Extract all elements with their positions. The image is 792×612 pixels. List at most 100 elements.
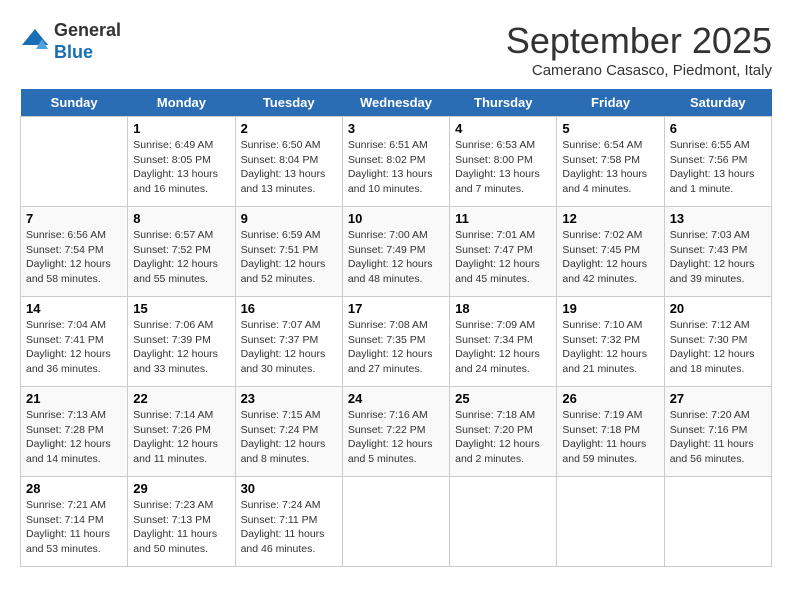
calendar-cell: 9 Sunrise: 6:59 AMSunset: 7:51 PMDayligh… <box>235 207 342 297</box>
cell-info: Sunrise: 7:09 AMSunset: 7:34 PMDaylight:… <box>455 318 551 377</box>
calendar-cell <box>21 117 128 207</box>
header-row: SundayMondayTuesdayWednesdayThursdayFrid… <box>21 89 772 117</box>
calendar-cell: 3 Sunrise: 6:51 AMSunset: 8:02 PMDayligh… <box>342 117 449 207</box>
date-number: 16 <box>241 301 337 316</box>
calendar-cell: 29 Sunrise: 7:23 AMSunset: 7:13 PMDaylig… <box>128 477 235 567</box>
week-row-2: 7 Sunrise: 6:56 AMSunset: 7:54 PMDayligh… <box>21 207 772 297</box>
cell-info: Sunrise: 7:13 AMSunset: 7:28 PMDaylight:… <box>26 408 122 467</box>
calendar-table: SundayMondayTuesdayWednesdayThursdayFrid… <box>20 89 772 567</box>
date-number: 14 <box>26 301 122 316</box>
date-number: 28 <box>26 481 122 496</box>
calendar-header: SundayMondayTuesdayWednesdayThursdayFrid… <box>21 89 772 117</box>
date-number: 7 <box>26 211 122 226</box>
calendar-cell: 17 Sunrise: 7:08 AMSunset: 7:35 PMDaylig… <box>342 297 449 387</box>
day-header-saturday: Saturday <box>664 89 771 117</box>
date-number: 13 <box>670 211 766 226</box>
date-number: 2 <box>241 121 337 136</box>
day-header-thursday: Thursday <box>450 89 557 117</box>
date-number: 23 <box>241 391 337 406</box>
date-number: 9 <box>241 211 337 226</box>
cell-info: Sunrise: 6:57 AMSunset: 7:52 PMDaylight:… <box>133 228 229 287</box>
calendar-cell: 16 Sunrise: 7:07 AMSunset: 7:37 PMDaylig… <box>235 297 342 387</box>
date-number: 15 <box>133 301 229 316</box>
date-number: 21 <box>26 391 122 406</box>
day-header-tuesday: Tuesday <box>235 89 342 117</box>
date-number: 24 <box>348 391 444 406</box>
calendar-cell: 25 Sunrise: 7:18 AMSunset: 7:20 PMDaylig… <box>450 387 557 477</box>
cell-info: Sunrise: 7:16 AMSunset: 7:22 PMDaylight:… <box>348 408 444 467</box>
page-header: General Blue September 2025 Camerano Cas… <box>20 20 772 79</box>
calendar-cell <box>664 477 771 567</box>
day-header-friday: Friday <box>557 89 664 117</box>
date-number: 8 <box>133 211 229 226</box>
calendar-cell: 5 Sunrise: 6:54 AMSunset: 7:58 PMDayligh… <box>557 117 664 207</box>
date-number: 29 <box>133 481 229 496</box>
calendar-cell: 1 Sunrise: 6:49 AMSunset: 8:05 PMDayligh… <box>128 117 235 207</box>
cell-info: Sunrise: 7:21 AMSunset: 7:14 PMDaylight:… <box>26 498 122 557</box>
cell-info: Sunrise: 6:55 AMSunset: 7:56 PMDaylight:… <box>670 138 766 197</box>
date-number: 3 <box>348 121 444 136</box>
cell-info: Sunrise: 7:18 AMSunset: 7:20 PMDaylight:… <box>455 408 551 467</box>
title-block: September 2025 Camerano Casasco, Piedmon… <box>506 20 772 79</box>
calendar-cell: 10 Sunrise: 7:00 AMSunset: 7:49 PMDaylig… <box>342 207 449 297</box>
month-title: September 2025 <box>506 20 772 62</box>
calendar-cell: 14 Sunrise: 7:04 AMSunset: 7:41 PMDaylig… <box>21 297 128 387</box>
calendar-cell: 8 Sunrise: 6:57 AMSunset: 7:52 PMDayligh… <box>128 207 235 297</box>
calendar-cell <box>450 477 557 567</box>
calendar-cell: 27 Sunrise: 7:20 AMSunset: 7:16 PMDaylig… <box>664 387 771 477</box>
calendar-cell: 4 Sunrise: 6:53 AMSunset: 8:00 PMDayligh… <box>450 117 557 207</box>
date-number: 27 <box>670 391 766 406</box>
calendar-cell: 21 Sunrise: 7:13 AMSunset: 7:28 PMDaylig… <box>21 387 128 477</box>
cell-info: Sunrise: 6:59 AMSunset: 7:51 PMDaylight:… <box>241 228 337 287</box>
date-number: 26 <box>562 391 658 406</box>
calendar-cell: 7 Sunrise: 6:56 AMSunset: 7:54 PMDayligh… <box>21 207 128 297</box>
date-number: 5 <box>562 121 658 136</box>
cell-info: Sunrise: 7:01 AMSunset: 7:47 PMDaylight:… <box>455 228 551 287</box>
date-number: 17 <box>348 301 444 316</box>
day-header-sunday: Sunday <box>21 89 128 117</box>
cell-info: Sunrise: 7:15 AMSunset: 7:24 PMDaylight:… <box>241 408 337 467</box>
date-number: 19 <box>562 301 658 316</box>
cell-info: Sunrise: 6:54 AMSunset: 7:58 PMDaylight:… <box>562 138 658 197</box>
calendar-cell: 15 Sunrise: 7:06 AMSunset: 7:39 PMDaylig… <box>128 297 235 387</box>
date-number: 18 <box>455 301 551 316</box>
calendar-cell: 24 Sunrise: 7:16 AMSunset: 7:22 PMDaylig… <box>342 387 449 477</box>
calendar-cell <box>557 477 664 567</box>
calendar-cell: 2 Sunrise: 6:50 AMSunset: 8:04 PMDayligh… <box>235 117 342 207</box>
cell-info: Sunrise: 7:08 AMSunset: 7:35 PMDaylight:… <box>348 318 444 377</box>
cell-info: Sunrise: 7:07 AMSunset: 7:37 PMDaylight:… <box>241 318 337 377</box>
cell-info: Sunrise: 7:19 AMSunset: 7:18 PMDaylight:… <box>562 408 658 467</box>
date-number: 4 <box>455 121 551 136</box>
calendar-cell: 28 Sunrise: 7:21 AMSunset: 7:14 PMDaylig… <box>21 477 128 567</box>
cell-info: Sunrise: 7:02 AMSunset: 7:45 PMDaylight:… <box>562 228 658 287</box>
calendar-cell: 19 Sunrise: 7:10 AMSunset: 7:32 PMDaylig… <box>557 297 664 387</box>
logo-icon <box>20 27 50 57</box>
calendar-cell: 26 Sunrise: 7:19 AMSunset: 7:18 PMDaylig… <box>557 387 664 477</box>
cell-info: Sunrise: 7:04 AMSunset: 7:41 PMDaylight:… <box>26 318 122 377</box>
cell-info: Sunrise: 7:10 AMSunset: 7:32 PMDaylight:… <box>562 318 658 377</box>
date-number: 10 <box>348 211 444 226</box>
cell-info: Sunrise: 6:53 AMSunset: 8:00 PMDaylight:… <box>455 138 551 197</box>
cell-info: Sunrise: 7:12 AMSunset: 7:30 PMDaylight:… <box>670 318 766 377</box>
date-number: 11 <box>455 211 551 226</box>
cell-info: Sunrise: 7:00 AMSunset: 7:49 PMDaylight:… <box>348 228 444 287</box>
week-row-5: 28 Sunrise: 7:21 AMSunset: 7:14 PMDaylig… <box>21 477 772 567</box>
date-number: 20 <box>670 301 766 316</box>
calendar-body: 1 Sunrise: 6:49 AMSunset: 8:05 PMDayligh… <box>21 117 772 567</box>
logo-text: General Blue <box>54 20 121 63</box>
calendar-cell: 11 Sunrise: 7:01 AMSunset: 7:47 PMDaylig… <box>450 207 557 297</box>
date-number: 25 <box>455 391 551 406</box>
week-row-1: 1 Sunrise: 6:49 AMSunset: 8:05 PMDayligh… <box>21 117 772 207</box>
week-row-4: 21 Sunrise: 7:13 AMSunset: 7:28 PMDaylig… <box>21 387 772 477</box>
date-number: 30 <box>241 481 337 496</box>
cell-info: Sunrise: 7:24 AMSunset: 7:11 PMDaylight:… <box>241 498 337 557</box>
calendar-cell: 30 Sunrise: 7:24 AMSunset: 7:11 PMDaylig… <box>235 477 342 567</box>
date-number: 1 <box>133 121 229 136</box>
day-header-wednesday: Wednesday <box>342 89 449 117</box>
cell-info: Sunrise: 6:49 AMSunset: 8:05 PMDaylight:… <box>133 138 229 197</box>
cell-info: Sunrise: 7:14 AMSunset: 7:26 PMDaylight:… <box>133 408 229 467</box>
date-number: 6 <box>670 121 766 136</box>
location: Camerano Casasco, Piedmont, Italy <box>506 62 772 79</box>
date-number: 22 <box>133 391 229 406</box>
calendar-cell: 20 Sunrise: 7:12 AMSunset: 7:30 PMDaylig… <box>664 297 771 387</box>
